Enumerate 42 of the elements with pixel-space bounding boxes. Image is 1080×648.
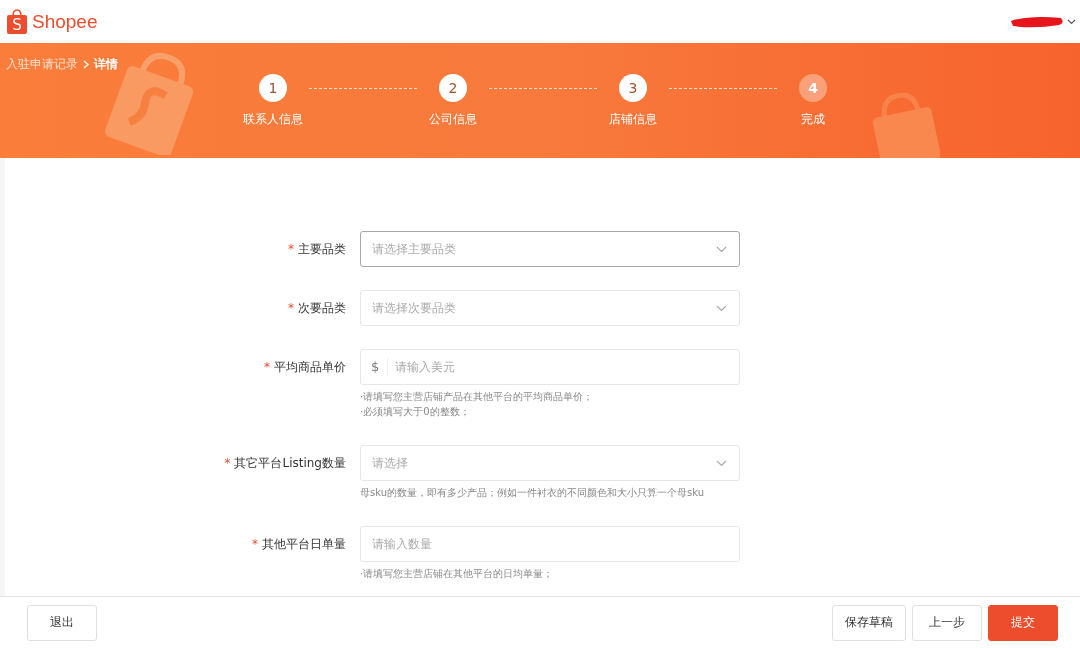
placeholder-text: 请选择次要品类 bbox=[372, 299, 456, 317]
required-mark: * bbox=[264, 360, 270, 374]
hint-text: 母sku的数量，即有多少产品；例如一件衬衣的不同颜色和大小只算一个母sku bbox=[360, 486, 706, 500]
required-mark: * bbox=[288, 301, 294, 315]
step-number: 1 bbox=[259, 74, 287, 102]
select-field[interactable]: 请选择次要品类 bbox=[360, 290, 740, 326]
step-number: 3 bbox=[619, 74, 647, 102]
footer-button[interactable]: 上一步 bbox=[912, 604, 982, 641]
step-number: 4 bbox=[799, 74, 827, 102]
field-label: 平均商品单价 bbox=[274, 358, 346, 376]
step-label: 联系人信息 bbox=[243, 111, 303, 128]
placeholder-text: 请选择 bbox=[372, 454, 408, 472]
step-label: 完成 bbox=[801, 111, 825, 128]
field-label: 主要品类 bbox=[298, 240, 346, 258]
currency-prefix: $ bbox=[371, 358, 389, 376]
step-label: 公司信息 bbox=[429, 111, 477, 128]
select-field[interactable]: 请选择 bbox=[360, 445, 740, 481]
exit-button[interactable]: 退出 bbox=[27, 604, 97, 641]
field-label: 次要品类 bbox=[298, 299, 346, 317]
select-field[interactable]: 请选择主要品类 bbox=[360, 231, 740, 267]
chevron-down-icon bbox=[716, 459, 727, 467]
footer-button[interactable]: 保存草稿 bbox=[832, 604, 906, 641]
chevron-down-icon bbox=[716, 245, 727, 253]
required-mark: * bbox=[252, 537, 258, 551]
hint-text: ·请填写您主营店铺产品在其他平台的平均商品单价； bbox=[360, 390, 595, 404]
step-number: 2 bbox=[439, 74, 467, 102]
chevron-down-icon[interactable] bbox=[1067, 18, 1076, 25]
logo-text: Shopee bbox=[32, 10, 98, 33]
footer-button[interactable]: 提交 bbox=[988, 604, 1058, 641]
chevron-right-icon bbox=[83, 60, 89, 69]
hint-text: ·请填写您主营店铺在其他平台的日均单量； bbox=[360, 567, 555, 581]
field-label: 其他平台日单量 bbox=[262, 535, 346, 553]
placeholder-text: 请选择主要品类 bbox=[372, 240, 456, 258]
chevron-down-icon bbox=[716, 304, 727, 312]
required-mark: * bbox=[288, 242, 294, 256]
hint-text: ·必须填写大于0的整数； bbox=[360, 405, 471, 419]
required-mark: * bbox=[224, 456, 231, 470]
step-label: 店铺信息 bbox=[609, 111, 657, 128]
breadcrumb-link[interactable]: 入驻申请记录 bbox=[6, 56, 78, 73]
input-field[interactable]: 请输入数量 bbox=[360, 526, 740, 562]
field-label: 其它平台Listing数量 bbox=[234, 454, 346, 472]
redaction-mark bbox=[1009, 14, 1065, 29]
